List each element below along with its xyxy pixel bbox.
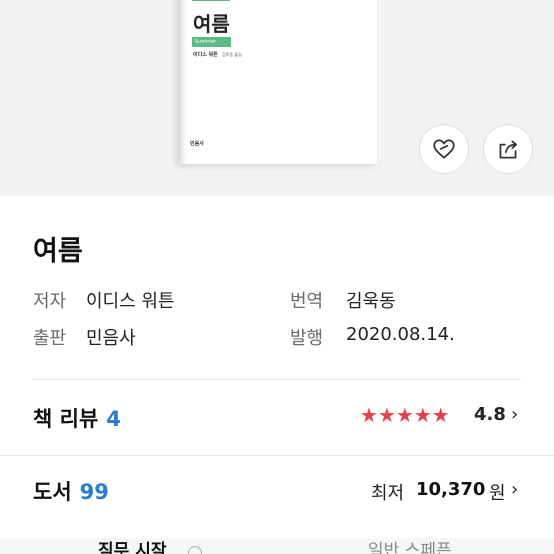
star-icon: ★ xyxy=(395,403,414,427)
chevron-right-icon[interactable]: › xyxy=(511,479,518,500)
divider xyxy=(0,455,554,456)
tab-bar: 직무 시작 일반 스페픈 xyxy=(0,538,554,554)
star-icon: ★ xyxy=(413,403,432,427)
stock-label: 도서 xyxy=(33,480,72,504)
book-spine xyxy=(180,0,187,164)
lowest-price-unit: 원 xyxy=(489,483,506,504)
heart-icon xyxy=(433,139,455,159)
reviews-row[interactable]: 책 리뷰 4 xyxy=(33,403,121,433)
rating-stars: ★ ★ ★ ★ ★ xyxy=(360,405,450,425)
cover-translator: 김욱동 옮김 xyxy=(222,52,242,57)
divider xyxy=(33,379,521,380)
rating-value: 4.8 xyxy=(474,404,506,425)
cover-publisher: 민음사 xyxy=(190,141,204,147)
translator-link[interactable]: 김욱동 xyxy=(346,287,396,313)
cover-author: 이디스 워튼 xyxy=(193,52,218,58)
share-button[interactable] xyxy=(483,124,533,174)
publisher-link[interactable]: 민음사 xyxy=(86,324,136,350)
reviews-label: 책 리뷰 xyxy=(33,407,99,431)
stock-row[interactable]: 도서 99 xyxy=(33,476,109,506)
cover-title: 여름 xyxy=(193,12,230,36)
star-icon: ★ xyxy=(377,403,396,427)
like-button[interactable] xyxy=(419,124,469,174)
star-icon: ★ xyxy=(360,403,378,427)
share-icon xyxy=(499,140,517,159)
chevron-right-icon[interactable]: › xyxy=(511,404,518,425)
lowest-price-label: 최저 xyxy=(371,483,405,504)
lowest-price-value: 10,370 xyxy=(416,479,486,500)
tab-active[interactable]: 직무 시작 xyxy=(98,543,166,554)
page-title: 여름 xyxy=(33,236,83,267)
cover-accent-bar xyxy=(192,0,230,1)
star-icon: ★ xyxy=(431,403,450,427)
stock-count: 99 xyxy=(79,480,109,504)
author-label: 저자 xyxy=(33,291,67,312)
translator-label: 번역 xyxy=(290,291,324,312)
published-date: 2020.08.14. xyxy=(346,324,455,345)
info-icon[interactable] xyxy=(188,546,202,554)
tab-inactive[interactable]: 일반 스페픈 xyxy=(368,543,452,554)
cover-tag: Summer xyxy=(192,37,231,47)
published-label: 발행 xyxy=(290,328,324,349)
author-link[interactable]: 이디스 워튼 xyxy=(86,287,175,313)
publisher-label: 출판 xyxy=(33,328,67,349)
reviews-count: 4 xyxy=(106,407,121,431)
